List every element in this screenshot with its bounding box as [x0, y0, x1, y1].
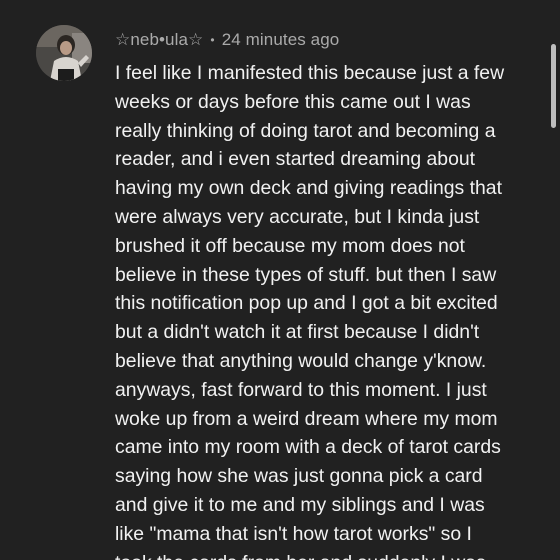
comment-body: I feel like I manifested this because ju…: [115, 59, 531, 560]
comment-timestamp[interactable]: 24 minutes ago: [222, 30, 340, 50]
comment-line: I feel like I manifested this because ju…: [115, 62, 505, 84]
comment-header: ☆neb•ula☆ • 24 minutes ago: [115, 29, 339, 51]
author-name[interactable]: ☆neb•ula☆: [115, 30, 203, 50]
comment-line: came into my room with a deck of tarot c…: [115, 436, 501, 459]
header-separator: •: [210, 33, 215, 47]
comment-line: weeks or days before this came out I was: [115, 90, 471, 113]
comment-line: but a didn't watch it at first because I…: [115, 321, 480, 344]
comment-line: like "mama that isn't how tarot works" s…: [115, 522, 472, 545]
comment-line: this notification pop up and I got a bit…: [115, 292, 498, 315]
comment-line: reader, and i even started dreaming abou…: [115, 148, 476, 171]
comment-line: anyways, fast forward to this moment. I …: [115, 378, 487, 401]
comment-screen: ☆neb•ula☆ • 24 minutes ago I feel like I…: [0, 0, 560, 560]
comment-line: woke up from a weird dream where my mom: [115, 407, 498, 430]
comment-line: took the cards from her and suddenly I w…: [115, 549, 531, 560]
comment-line: brushed it off because my mom does not: [115, 234, 465, 257]
comment-line: and give it to me and my siblings and I …: [115, 493, 485, 516]
scrollbar-thumb[interactable]: [551, 44, 556, 128]
comment-line: were always very accurate, but I kinda j…: [115, 205, 480, 228]
comment-line: saying how she was just gonna pick a car…: [115, 465, 483, 488]
comment-line: having my own deck and giving readings t…: [115, 177, 502, 200]
comment-line: believe in these types of stuff. but the…: [115, 263, 497, 286]
comment-line: believe that anything would change y'kno…: [115, 349, 487, 372]
comment-line: really thinking of doing tarot and becom…: [115, 119, 496, 142]
author-avatar[interactable]: [36, 25, 92, 81]
user-photo-avatar-icon: [36, 25, 92, 81]
